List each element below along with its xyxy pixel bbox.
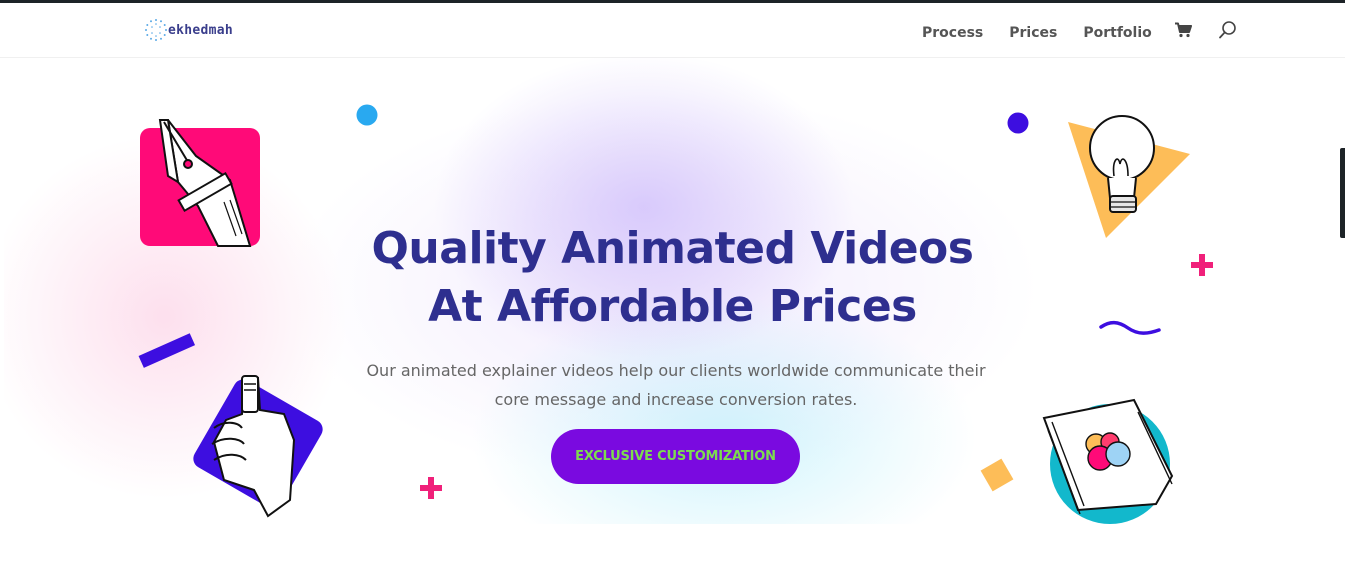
logo[interactable]: ekhedmah (144, 17, 233, 43)
purple-dot-icon (1007, 112, 1029, 134)
exclusive-customization-button[interactable]: EXCLUSIVE CUSTOMIZATION (551, 429, 800, 484)
hero-title-line-2: At Affordable Prices (428, 281, 917, 332)
pink-plus-icon (420, 477, 442, 499)
blue-dot-icon (356, 104, 378, 126)
nav-portfolio[interactable]: Portfolio (1083, 25, 1151, 41)
search-icon[interactable] (1218, 20, 1238, 45)
hero-subtitle-line-1: Our animated explainer videos help our c… (366, 361, 986, 380)
cart-icon[interactable] (1174, 22, 1192, 43)
hero-title-line-1: Quality Animated Videos (371, 223, 974, 274)
yellow-square-icon (980, 458, 1014, 492)
hero-subtitle: Our animated explainer videos help our c… (0, 356, 1345, 414)
site-header: ekhedmah Process Prices Portfolio (0, 3, 1345, 57)
nav-process[interactable]: Process (922, 25, 983, 41)
main-nav: Process Prices Portfolio (922, 20, 1238, 45)
hero-title: Quality Animated Videos At Affordable Pr… (0, 220, 1345, 336)
side-tab[interactable] (1340, 148, 1345, 238)
logo-dots-icon (145, 19, 167, 41)
hero-subtitle-line-2: core message and increase conversion rat… (494, 390, 858, 409)
logo-text: ekhedmah (168, 22, 234, 38)
nav-prices[interactable]: Prices (1009, 25, 1057, 41)
